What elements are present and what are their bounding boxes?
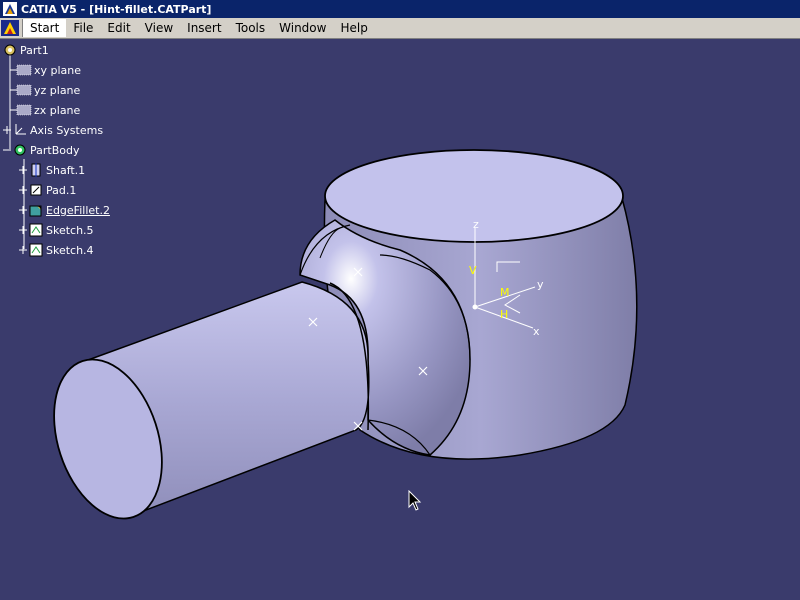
plane-icon [16, 84, 32, 96]
tree-label-sketch4: Sketch.4 [46, 243, 94, 257]
axis-m-label: M [500, 286, 510, 299]
plane-icon [16, 104, 32, 116]
menu-bar: Start File Edit View Insert Tools Window… [0, 18, 800, 39]
tree-label-edgefillet2: EdgeFillet.2 [46, 203, 110, 217]
axis-h-label: H [500, 308, 508, 321]
menu-tools[interactable]: Tools [229, 19, 273, 37]
tree-node-axis-systems[interactable]: Axis Systems [2, 121, 103, 139]
axis-system-icon [15, 124, 26, 135]
expand-plus-icon[interactable] [18, 165, 28, 175]
tree-node-xy-plane[interactable]: xy plane [16, 61, 81, 79]
tree-node-sketch5[interactable]: Sketch.5 [18, 221, 94, 239]
tree-label-zx-plane: zx plane [34, 103, 81, 117]
menu-help[interactable]: Help [333, 19, 374, 37]
catia-logo-icon[interactable] [0, 19, 20, 37]
axis-x-label: x [533, 325, 540, 338]
gear-icon [4, 44, 16, 56]
part-shaft[interactable] [35, 281, 370, 532]
tree-node-edgefillet2[interactable]: EdgeFillet.2 [18, 201, 110, 219]
plane-icon [16, 64, 32, 76]
tree-label-shaft1: Shaft.1 [46, 163, 86, 177]
expand-plus-icon[interactable] [2, 125, 12, 135]
tree-node-sketch4[interactable]: Sketch.4 [18, 241, 94, 259]
partbody-gear-icon [14, 144, 26, 156]
tree-node-zx-plane[interactable]: zx plane [16, 101, 80, 119]
tree-label-pad1: Pad.1 [46, 183, 77, 197]
tree-node-shaft1[interactable]: Shaft.1 [18, 161, 85, 179]
catia-app-icon[interactable] [3, 2, 17, 16]
menu-file[interactable]: File [66, 19, 100, 37]
menu-start[interactable]: Start [22, 19, 67, 37]
edge-fillet-icon [29, 205, 42, 217]
specification-tree: Part1 xy plane yz plane zx plane Axis Sy… [0, 39, 200, 279]
pad-icon [30, 184, 42, 196]
shaft-icon [31, 163, 41, 177]
menu-window[interactable]: Window [272, 19, 333, 37]
tree-label-yz-plane: yz plane [34, 83, 81, 97]
tree-label-part1: Part1 [20, 43, 49, 57]
axis-y-label: y [537, 278, 544, 291]
menu-insert[interactable]: Insert [180, 19, 228, 37]
expand-plus-icon[interactable] [18, 245, 28, 255]
expand-plus-icon[interactable] [18, 225, 28, 235]
tree-node-partbody[interactable]: PartBody [2, 141, 79, 159]
axis-v-label: V [469, 264, 477, 277]
sketch-icon [29, 243, 43, 257]
tree-node-part1[interactable]: Part1 [2, 41, 49, 59]
sketch-icon [29, 223, 43, 237]
menu-view[interactable]: View [138, 19, 180, 37]
axis-z-label: z [473, 218, 479, 231]
title-bar: CATIA V5 - [Hint-fillet.CATPart] [0, 0, 800, 18]
tree-label-xy-plane: xy plane [34, 63, 82, 77]
tree-label-axis-systems: Axis Systems [30, 123, 104, 137]
tree-node-pad1[interactable]: Pad.1 [18, 181, 76, 199]
tree-label-partbody: PartBody [30, 143, 80, 157]
tree-node-yz-plane[interactable]: yz plane [16, 81, 80, 99]
menu-edit[interactable]: Edit [100, 19, 137, 37]
expand-plus-icon[interactable] [18, 205, 28, 215]
tree-label-sketch5: Sketch.5 [46, 223, 94, 237]
window-title: CATIA V5 - [Hint-fillet.CATPart] [21, 2, 212, 16]
collapse-minus-icon[interactable] [2, 145, 12, 155]
mouse-pointer-icon [408, 490, 422, 511]
expand-plus-icon[interactable] [18, 185, 28, 195]
